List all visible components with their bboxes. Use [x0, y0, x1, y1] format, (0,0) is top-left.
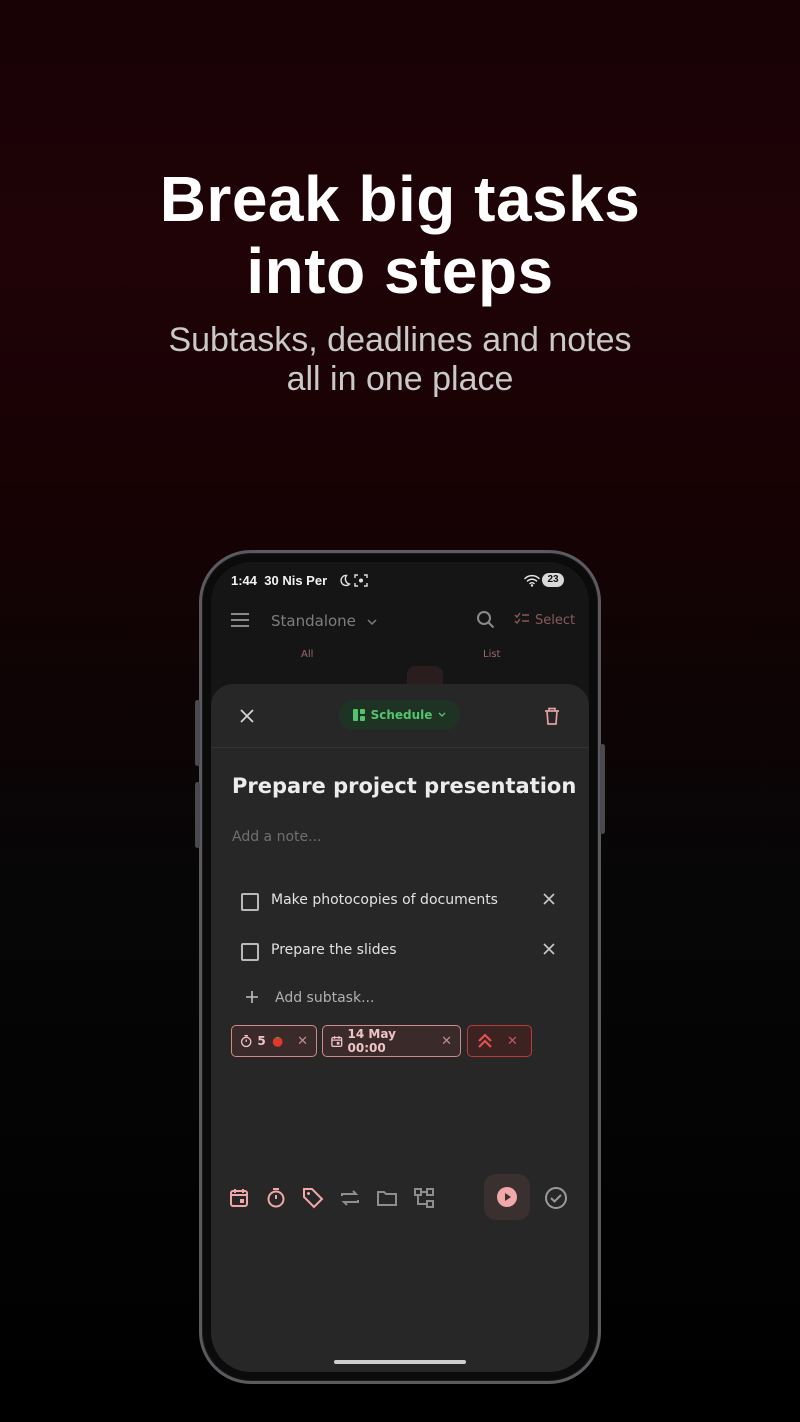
- plus-icon: [246, 991, 258, 1003]
- calendar-icon[interactable]: [227, 1186, 251, 1210]
- remove-subtask-icon[interactable]: [537, 887, 561, 911]
- subtask-label: Make photocopies of documents: [271, 892, 498, 908]
- select-label: Select: [535, 613, 576, 628]
- start-focus-button[interactable]: [484, 1174, 530, 1220]
- status-time: 1:44 30 Nis Per: [231, 573, 328, 588]
- deadline-value: 14 May 00:00: [347, 1027, 396, 1055]
- subtask-checkbox[interactable]: [241, 893, 259, 911]
- project-selector[interactable]: Standalone: [271, 612, 377, 630]
- deadline-chip[interactable]: 14 May 00:00 ✕: [322, 1025, 461, 1057]
- tab-list[interactable]: List: [483, 649, 500, 660]
- subtask-item[interactable]: Prepare the slides: [241, 937, 561, 967]
- priority-chip[interactable]: ✕: [467, 1025, 532, 1057]
- play-icon: [497, 1187, 517, 1207]
- wifi-icon: [524, 574, 540, 587]
- headline-title-line-1: Break big tasks: [159, 163, 641, 235]
- close-icon[interactable]: [239, 708, 255, 724]
- headline-subtitle-line-2: all in one place: [286, 360, 514, 398]
- chevron-down-icon: [367, 619, 377, 626]
- timer-icon[interactable]: [264, 1186, 288, 1210]
- battery-indicator: 23: [542, 573, 564, 587]
- menu-icon[interactable]: [230, 612, 250, 628]
- sheet-divider: [211, 747, 589, 748]
- repeat-icon[interactable]: [338, 1186, 362, 1210]
- add-subtask-label: Add subtask...: [275, 990, 375, 1006]
- tab-all[interactable]: All: [301, 649, 313, 660]
- headline-title: Break big tasks into steps: [0, 163, 800, 307]
- remove-priority-icon[interactable]: ✕: [507, 1034, 518, 1049]
- subtask-label: Prepare the slides: [271, 942, 397, 958]
- tag-icon[interactable]: [301, 1186, 325, 1210]
- folder-icon[interactable]: [375, 1186, 399, 1210]
- chevron-down-icon: [438, 712, 446, 717]
- pomodoro-count: 5: [257, 1034, 266, 1048]
- pomodoro-chip[interactable]: 5 ✕: [231, 1025, 317, 1057]
- schedule-label: Schedule: [370, 708, 433, 722]
- schedule-dropdown[interactable]: Schedule: [339, 700, 460, 730]
- screen-record-icon: [354, 574, 368, 587]
- add-subtask-button[interactable]: Add subtask...: [244, 987, 444, 1009]
- do-not-disturb-moon-icon: [340, 574, 351, 587]
- headline: Break big tasks into steps Subtasks, dea…: [0, 163, 800, 399]
- task-toolbar: [211, 1170, 589, 1224]
- project-title: Standalone: [271, 612, 356, 630]
- home-indicator: [334, 1360, 466, 1364]
- checklist-icon: [514, 612, 529, 625]
- select-button[interactable]: Select: [514, 612, 575, 628]
- phone-power-button: [600, 744, 605, 834]
- task-detail-sheet: Schedule Prepare project presentation Ad…: [211, 684, 589, 1372]
- phone-screen: 1:44 30 Nis Per 23 Standalone Select All…: [211, 562, 589, 1372]
- subtask-item[interactable]: Make photocopies of documents: [241, 887, 561, 917]
- search-icon[interactable]: [476, 610, 496, 630]
- delete-icon[interactable]: [544, 707, 560, 725]
- status-date: 30 Nis Per: [264, 573, 328, 588]
- note-input[interactable]: Add a note...: [232, 829, 321, 845]
- headline-title-line-2: into steps: [246, 235, 554, 307]
- remove-pomodoro-icon[interactable]: ✕: [297, 1034, 308, 1049]
- phone-volume-button-2: [195, 782, 200, 848]
- view-tabs: All List: [211, 646, 589, 666]
- remove-subtask-icon[interactable]: [537, 937, 561, 961]
- phone-volume-button: [195, 700, 200, 766]
- app-bar: Standalone Select: [211, 602, 589, 642]
- subtask-checkbox[interactable]: [241, 943, 259, 961]
- schedule-board-icon: [352, 709, 365, 721]
- status-bar: 1:44 30 Nis Per 23: [211, 562, 589, 602]
- timer-icon: [240, 1035, 252, 1048]
- task-title[interactable]: Prepare project presentation: [232, 774, 576, 798]
- tomato-icon: [272, 1036, 283, 1047]
- check-circle-icon[interactable]: [544, 1186, 568, 1210]
- hierarchy-icon[interactable]: [412, 1186, 436, 1210]
- headline-subtitle: Subtasks, deadlines and notes all in one…: [0, 321, 800, 399]
- calendar-icon: [331, 1035, 343, 1047]
- remove-deadline-icon[interactable]: ✕: [441, 1034, 452, 1049]
- double-chevron-up-icon: [478, 1033, 492, 1048]
- headline-subtitle-line-1: Subtasks, deadlines and notes: [168, 321, 632, 359]
